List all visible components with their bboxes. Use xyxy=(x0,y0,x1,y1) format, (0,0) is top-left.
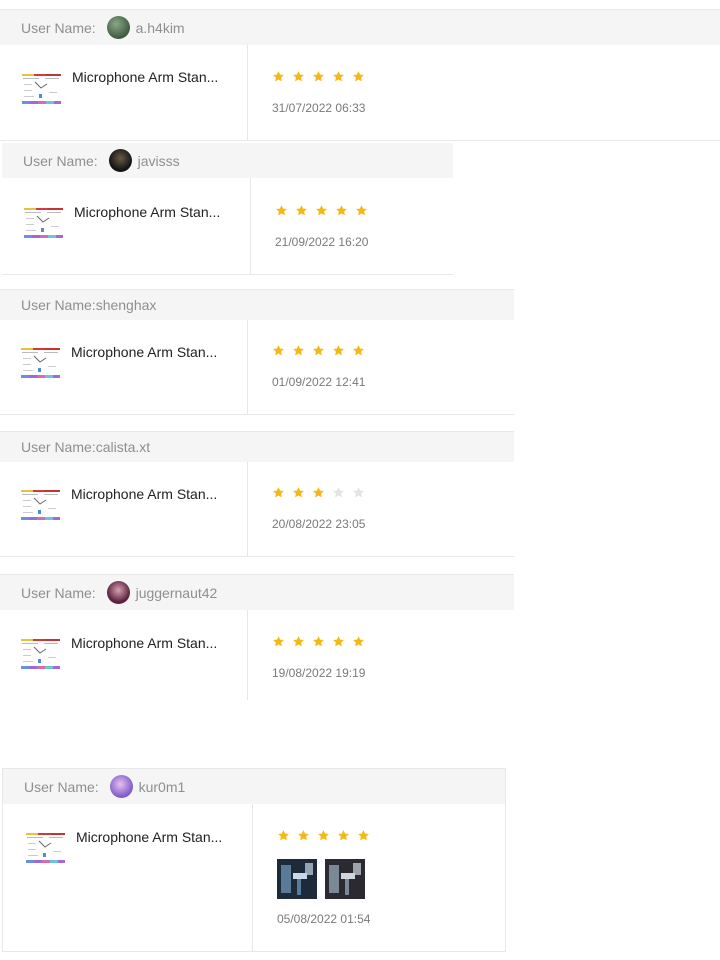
review-header: User Name: juggernaut42 xyxy=(0,575,514,610)
avatar[interactable] xyxy=(106,16,130,39)
star-filled-icon xyxy=(337,829,357,847)
username[interactable]: shenghax xyxy=(96,297,157,313)
review-photo[interactable] xyxy=(325,859,365,899)
column-divider xyxy=(247,462,248,556)
review-header: User Name: shenghax xyxy=(0,290,514,320)
star-filled-icon xyxy=(292,70,312,88)
star-rating xyxy=(272,635,372,653)
username[interactable]: kur0m1 xyxy=(139,779,186,795)
star-filled-icon xyxy=(292,635,312,653)
product-thumbnail[interactable] xyxy=(23,206,64,240)
username-label: User Name: xyxy=(23,152,102,169)
username-label: User Name: xyxy=(21,19,100,36)
username-label: User Name: xyxy=(21,439,96,455)
star-filled-icon xyxy=(332,70,352,88)
star-filled-icon xyxy=(272,70,292,88)
star-filled-icon xyxy=(292,344,312,362)
star-filled-icon xyxy=(355,204,375,222)
star-filled-icon xyxy=(332,635,352,653)
star-empty-icon xyxy=(332,486,352,504)
column-divider xyxy=(247,320,248,414)
star-filled-icon xyxy=(297,829,317,847)
product-thumbnail[interactable] xyxy=(20,346,61,380)
review-date: 01/09/2022 12:41 xyxy=(272,375,366,389)
avatar[interactable] xyxy=(108,149,132,172)
star-filled-icon xyxy=(317,829,337,847)
username-label: User Name: xyxy=(24,778,103,795)
avatar[interactable] xyxy=(106,581,130,604)
product-name[interactable]: Microphone Arm Stan... xyxy=(71,486,217,502)
review-date: 31/07/2022 06:33 xyxy=(272,101,366,115)
product-thumbnail[interactable] xyxy=(21,72,62,106)
product-name[interactable]: Microphone Arm Stan... xyxy=(74,204,220,220)
star-filled-icon xyxy=(335,204,355,222)
username[interactable]: a.h4kim xyxy=(136,20,185,36)
star-filled-icon xyxy=(352,344,372,362)
star-filled-icon xyxy=(272,635,292,653)
product-name[interactable]: Microphone Arm Stan... xyxy=(71,635,217,651)
star-filled-icon xyxy=(312,635,332,653)
star-rating xyxy=(272,70,372,88)
product-name[interactable]: Microphone Arm Stan... xyxy=(72,69,218,85)
review-header: User Name: calista.xt xyxy=(0,432,514,462)
star-filled-icon xyxy=(352,70,372,88)
column-divider xyxy=(252,804,253,951)
star-rating xyxy=(272,486,372,504)
username-label: User Name: xyxy=(21,297,96,313)
star-rating xyxy=(277,829,377,847)
column-divider xyxy=(247,610,248,700)
review-date: 21/09/2022 16:20 xyxy=(275,235,369,249)
username-label: User Name: xyxy=(21,584,100,601)
review-date: 05/08/2022 01:54 xyxy=(277,912,371,926)
review-header: User Name: kur0m1 xyxy=(3,769,505,804)
product-name[interactable]: Microphone Arm Stan... xyxy=(71,344,217,360)
review-photo[interactable] xyxy=(277,859,317,899)
review-header: User Name: a.h4kim xyxy=(0,10,720,45)
column-divider xyxy=(247,45,248,140)
review-date: 19/08/2022 19:19 xyxy=(272,666,366,680)
star-filled-icon xyxy=(275,204,295,222)
avatar[interactable] xyxy=(109,775,133,798)
star-filled-icon xyxy=(292,486,312,504)
star-filled-icon xyxy=(315,204,335,222)
star-filled-icon xyxy=(332,344,352,362)
review-card: User Name: javisss xyxy=(2,143,453,275)
username[interactable]: javisss xyxy=(138,153,180,169)
star-filled-icon xyxy=(272,344,292,362)
star-filled-icon xyxy=(312,344,332,362)
review-header: User Name: javisss xyxy=(2,143,453,178)
star-empty-icon xyxy=(352,486,372,504)
star-filled-icon xyxy=(277,829,297,847)
star-filled-icon xyxy=(357,829,377,847)
star-rating xyxy=(275,204,375,222)
star-filled-icon xyxy=(352,635,372,653)
star-filled-icon xyxy=(312,486,332,504)
star-rating xyxy=(272,344,372,362)
star-filled-icon xyxy=(312,70,332,88)
review-card: User Name: kur0m1 xyxy=(2,768,506,952)
star-filled-icon xyxy=(272,486,292,504)
product-thumbnail[interactable] xyxy=(20,488,61,522)
review-date: 20/08/2022 23:05 xyxy=(272,517,366,531)
username[interactable]: juggernaut42 xyxy=(136,585,218,601)
star-filled-icon xyxy=(295,204,315,222)
username[interactable]: calista.xt xyxy=(96,439,150,455)
product-thumbnail[interactable] xyxy=(20,637,61,671)
column-divider xyxy=(250,178,251,274)
product-thumbnail[interactable] xyxy=(25,831,66,865)
product-name[interactable]: Microphone Arm Stan... xyxy=(76,829,222,845)
